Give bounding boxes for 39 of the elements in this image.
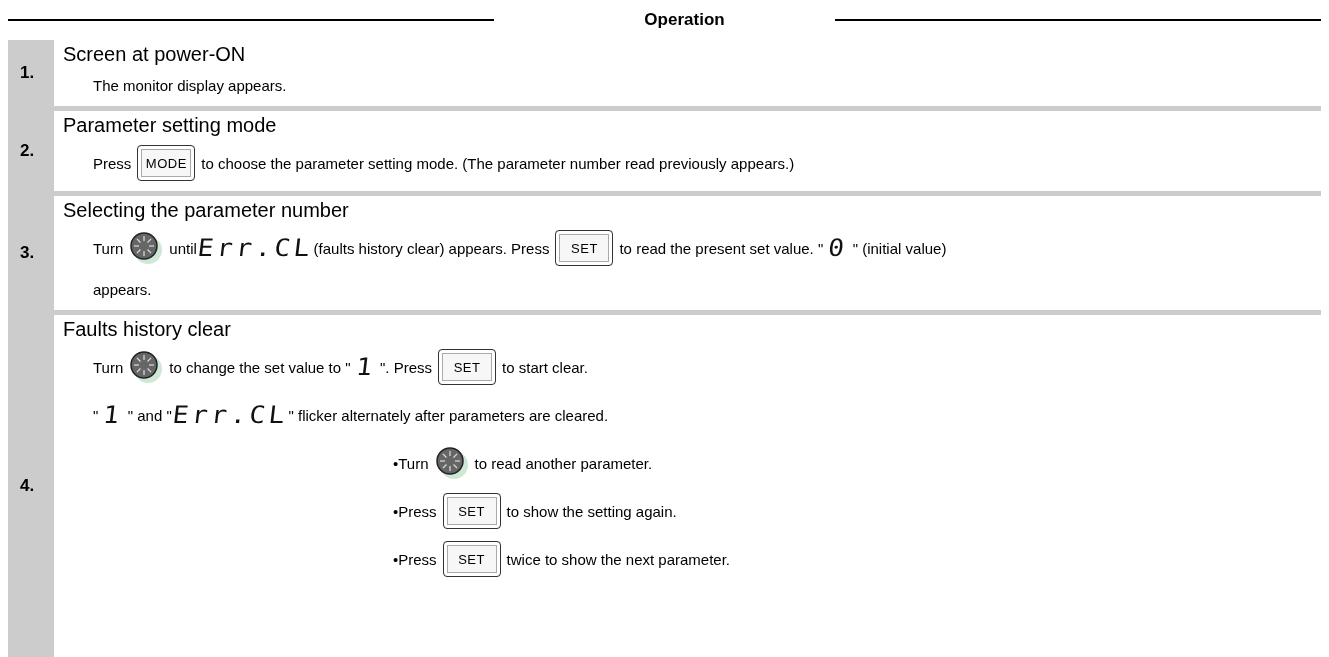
instruction-text: to change the set value to " bbox=[169, 358, 351, 376]
instruction-text: " flicker alternately after parameters are cleared. bbox=[288, 406, 609, 424]
segment-display-text: 1 bbox=[101, 401, 125, 429]
segment-display-text: 1 bbox=[354, 353, 377, 381]
section-title: Operation bbox=[643, 10, 726, 30]
dial-icon bbox=[129, 350, 164, 384]
instruction-text: twice to show the next parameter. bbox=[506, 550, 731, 568]
step-number-cell: 1. bbox=[8, 40, 54, 106]
instruction-text: to show the setting again. bbox=[506, 502, 677, 520]
instruction-text: •Turn bbox=[393, 454, 429, 472]
segment-display-text: 0 bbox=[826, 234, 850, 262]
step-number-cell: 2. bbox=[8, 111, 54, 191]
dial-icon bbox=[129, 231, 164, 265]
instruction-text: to read another parameter. bbox=[474, 454, 653, 472]
instruction-text: " bbox=[93, 406, 99, 424]
instruction-text: Press bbox=[93, 154, 132, 172]
segment-display-text: Err.CL bbox=[170, 401, 290, 429]
instruction-text: " (initial value) bbox=[852, 239, 947, 257]
step-title: Parameter setting mode bbox=[63, 113, 278, 138]
instruction-text: appears. bbox=[93, 280, 152, 298]
instruction-text: " and " bbox=[127, 406, 172, 424]
step-title: Faults history clear bbox=[63, 317, 232, 342]
step-title: Selecting the parameter number bbox=[63, 198, 350, 223]
instruction-text: to start clear. bbox=[502, 358, 588, 376]
instruction-text: ". Press bbox=[380, 358, 433, 376]
instruction-text: •Press bbox=[393, 550, 437, 568]
instruction-text: Turn bbox=[93, 358, 124, 376]
step-title: Screen at power-ON bbox=[63, 42, 247, 67]
dial-icon bbox=[434, 446, 469, 480]
segment-display-text: Err.CL bbox=[195, 234, 315, 262]
instruction-text: (faults history clear) appears. Press bbox=[313, 239, 550, 257]
instruction-text: to read the present set value. " bbox=[619, 239, 824, 257]
instruction-text: to choose the parameter setting mode. (The parameter number read previously appears.) bbox=[201, 154, 795, 172]
step-number-cell: 4. bbox=[8, 315, 54, 657]
instruction-text: •Press bbox=[393, 502, 437, 520]
instruction-text: The monitor display appears. bbox=[93, 76, 287, 94]
instruction-text: Turn bbox=[93, 239, 124, 257]
instruction-text: until bbox=[169, 239, 197, 257]
step-number-cell: 3. bbox=[8, 196, 54, 310]
